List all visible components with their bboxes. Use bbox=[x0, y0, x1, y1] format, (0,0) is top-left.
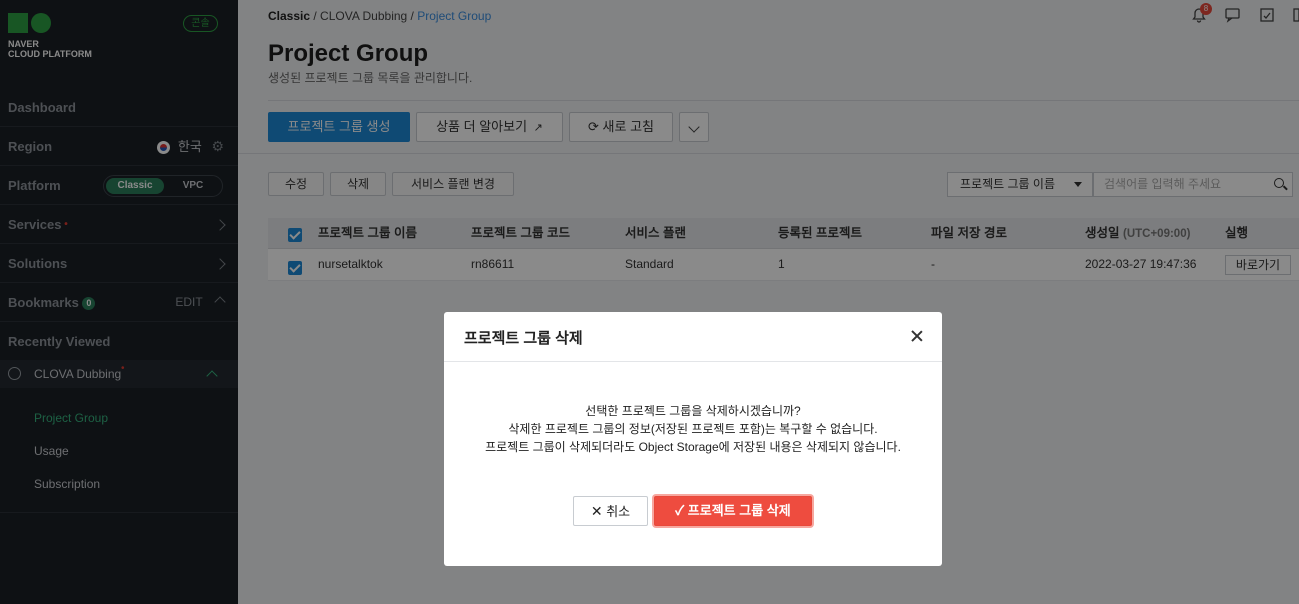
confirm-delete-label: 프로젝트 그룹 삭제 bbox=[687, 503, 791, 518]
close-icon[interactable] bbox=[910, 329, 924, 343]
close-icon: ✕ bbox=[590, 503, 603, 519]
modal-message-line1: 선택한 프로젝트 그룹을 삭제하시겠습니까? bbox=[585, 404, 801, 418]
modal-title: 프로젝트 그룹 삭제 bbox=[464, 330, 583, 347]
cancel-label: 취소 bbox=[606, 504, 631, 519]
modal-message-line2: 삭제한 프로젝트 그룹의 정보(저장된 프로젝트 포함)는 복구할 수 없습니다… bbox=[508, 422, 878, 436]
check-icon: ✓ bbox=[675, 503, 685, 518]
delete-project-group-dialog: 프로젝트 그룹 삭제 선택한 프로젝트 그룹을 삭제하시겠습니까? 삭제한 프로… bbox=[444, 312, 942, 566]
confirm-delete-button[interactable]: ✓ 프로젝트 그룹 삭제 bbox=[654, 496, 812, 526]
cancel-button[interactable]: ✕ 취소 bbox=[573, 496, 648, 526]
modal-message-line3: 프로젝트 그룹이 삭제되더라도 Object Storage에 저장된 내용은 … bbox=[485, 440, 901, 454]
modal-header: 프로젝트 그룹 삭제 bbox=[444, 312, 942, 362]
